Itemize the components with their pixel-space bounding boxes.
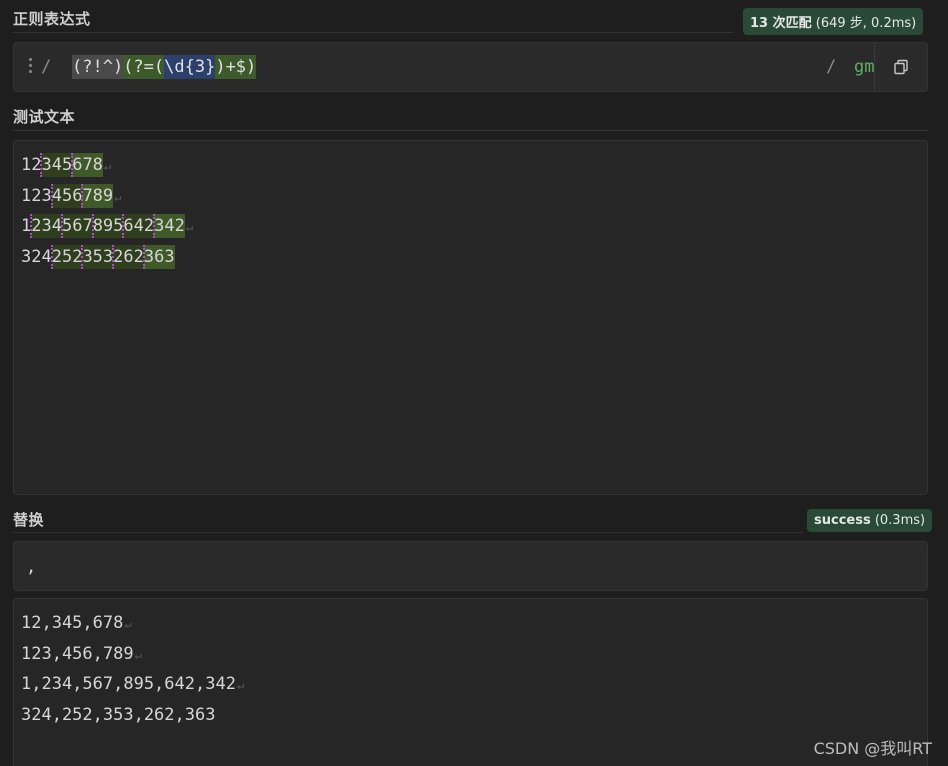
drag-handle-icon[interactable] (28, 58, 34, 76)
regex-token-digit-group: \d{3} (164, 55, 216, 79)
text-segment: 324 (21, 246, 52, 267)
test-divider (13, 130, 928, 131)
match-stats: (649 步, 0.2ms) (811, 16, 917, 31)
match-highlight: 252 (51, 244, 83, 269)
match-highlight: 345 (41, 153, 73, 177)
result-text: 324,252,353,262,363 (21, 704, 216, 725)
test-line: 123456789↵ (21, 181, 193, 212)
success-badge: success (0.3ms) (807, 509, 933, 532)
replace-section-label: 替换 (13, 511, 45, 529)
replace-status: success (814, 513, 871, 528)
match-highlight: 642 (123, 214, 155, 238)
result-line: 1,234,567,895,642,342↵ (21, 669, 244, 700)
result-line: 123,456,789↵ (21, 639, 244, 670)
line-break-icon: ↵ (103, 159, 112, 173)
result-area: 12,345,678↵ 123,456,789↵ 1,234,567,895,642… (13, 598, 928, 766)
regex-delimiter-open: / (41, 57, 52, 77)
match-highlight: 456 (51, 183, 83, 208)
regex-bar: / (?!^) (?=(\d{3})+$) / gm (13, 42, 928, 92)
text-segment: 123 (21, 185, 52, 206)
regex-flags[interactable]: gm (854, 57, 874, 77)
match-count-badge: 13 次匹配 (649 步, 0.2ms) (743, 8, 924, 35)
match-highlight: 342 (154, 214, 185, 238)
line-break-icon: ↵ (236, 678, 245, 692)
copy-icon (894, 59, 908, 75)
regex-token-negative-lookahead: (?!^) (72, 55, 124, 79)
line-break-icon: ↵ (124, 617, 132, 631)
match-highlight: 678 (72, 153, 103, 177)
regex-token-lookahead-close: )+$) (215, 55, 257, 79)
match-highlight: 353 (82, 244, 114, 269)
regex-divider (13, 32, 733, 33)
result-text: 1,234,567,895,642,342 (21, 674, 236, 694)
test-line: 1234567895642342↵ (21, 211, 193, 242)
replace-divider (13, 532, 803, 533)
line-break-icon: ↵ (185, 220, 194, 234)
watermark: CSDN @我叫RT (813, 739, 932, 758)
copy-button[interactable] (874, 43, 927, 91)
line-break-icon: ↵ (114, 189, 122, 204)
regex-token-lookahead-open: (?=( (123, 55, 165, 79)
result-line: 324,252,353,262,363 (21, 700, 244, 731)
regex-section-label: 正则表达式 (13, 10, 91, 28)
regex-input[interactable]: (?!^) (?=(\d{3})+$) (72, 55, 257, 79)
replace-input[interactable] (24, 556, 908, 578)
match-highlight: 567 (61, 214, 93, 238)
regex-delimiter-close: / (826, 57, 837, 77)
match-count: 13 次匹配 (750, 16, 812, 31)
match-highlight: 262 (113, 244, 144, 269)
replace-timing: (0.3ms) (870, 513, 926, 528)
result-text: 123,456,789 (21, 643, 134, 664)
match-highlight: 363 (143, 244, 175, 269)
regex-tester: 正则表达式 13 次匹配 (649 步, 0.2ms) / (?!^) (?=(\… (0, 0, 948, 766)
test-line: 12345678↵ (21, 150, 193, 181)
result-line: 12,345,678↵ (21, 608, 244, 639)
match-highlight: 895 (92, 214, 124, 238)
test-section-label: 测试文本 (13, 108, 76, 126)
test-line: 324252353262363 (21, 242, 193, 273)
result-text: 12,345,678 (21, 613, 124, 633)
test-lines: 12345678↵ 123456789↵ 1234567895642342↵ 3242… (21, 150, 193, 272)
test-text-area[interactable]: 12345678↵ 123456789↵ 1234567895642342↵ 3242… (13, 140, 928, 495)
match-highlight: 234 (31, 214, 62, 238)
text-segment: 12 (21, 155, 42, 175)
match-highlight: 789 (82, 183, 114, 208)
result-lines: 12,345,678↵ 123,456,789↵ 1,234,567,895,642… (21, 608, 244, 730)
line-break-icon: ↵ (134, 647, 142, 662)
replace-bar (13, 541, 928, 591)
